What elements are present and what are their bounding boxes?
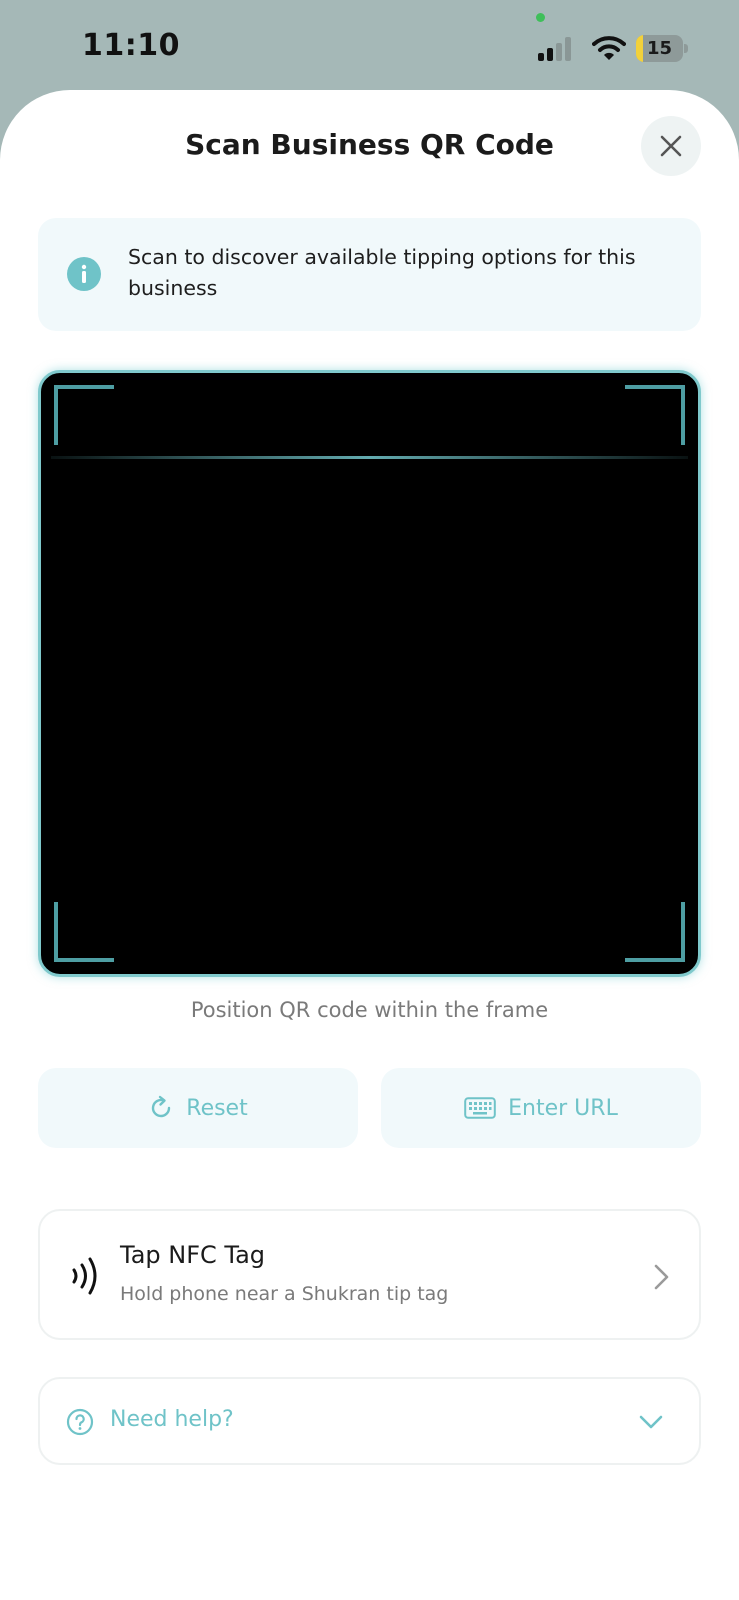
signal-icon [538,37,571,61]
battery-level: 15 [646,38,673,59]
scan-line [51,456,688,459]
status-time: 11:10 [82,28,180,63]
nfc-icon [72,1257,97,1295]
frame-corner-top-left [54,385,114,445]
enter-url-label: Enter URL [508,1095,618,1121]
need-help-toggle[interactable]: Need help? [38,1377,701,1465]
reset-button[interactable]: Reset [38,1068,358,1148]
status-bar: 11:10 15 [0,0,739,95]
info-icon [67,257,101,291]
info-banner: Scan to discover available tipping optio… [38,218,701,331]
chevron-right-icon [654,1264,669,1290]
keyboard-icon [464,1097,496,1119]
wifi-icon [592,36,626,60]
camera-indicator-dot [536,13,545,22]
frame-corner-bottom-right [625,902,685,962]
nfc-subtitle: Hold phone near a Shukran tip tag [120,1283,449,1305]
close-icon [660,135,682,157]
page-title: Scan Business QR Code [185,128,554,161]
chevron-down-icon [639,1415,663,1429]
info-text: Scan to discover available tipping optio… [128,245,636,300]
battery-indicator: 15 [636,35,688,62]
enter-url-button[interactable]: Enter URL [381,1068,701,1148]
scan-hint: Position QR code within the frame [190,998,549,1022]
qr-scanner-frame [38,370,701,977]
question-circle-icon [66,1408,94,1436]
need-help-label: Need help? [110,1407,234,1432]
scan-sheet: Scan Business QR Code Scan to discover a… [0,90,739,1600]
refresh-icon [152,1095,171,1118]
reset-label: Reset [186,1095,248,1121]
frame-corner-bottom-left [54,902,114,962]
close-button[interactable] [641,116,701,176]
tap-nfc-tag-card[interactable]: Tap NFC Tag Hold phone near a Shukran ti… [38,1209,701,1340]
nfc-title: Tap NFC Tag [120,1241,266,1269]
frame-corner-top-right [625,385,685,445]
